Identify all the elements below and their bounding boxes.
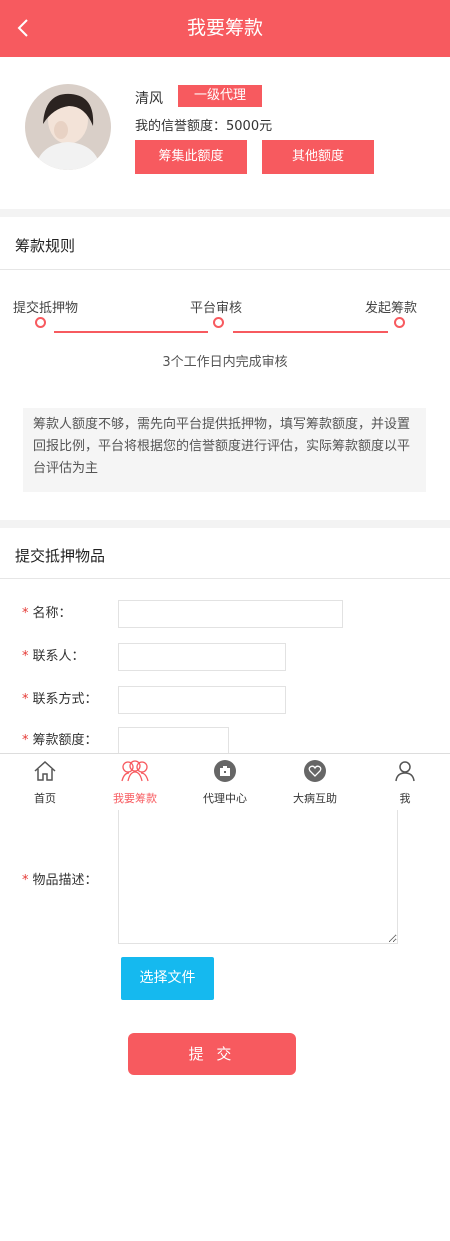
submit-button[interactable]: 提 交: [128, 1033, 296, 1075]
page-title: 我要筹款: [186, 17, 263, 39]
step-connector-line: [233, 331, 388, 333]
user-name: 清风: [135, 91, 163, 107]
contact-method-input[interactable]: [118, 686, 286, 714]
raise-this-amount-button[interactable]: 筹集此额度: [135, 140, 247, 174]
step-dot-3: [394, 317, 405, 328]
mutual-aid-icon: [304, 760, 326, 782]
avatar: [25, 84, 111, 170]
tab-label: 大病互助: [293, 792, 337, 805]
tab-fundraise[interactable]: 我要筹款: [90, 754, 180, 811]
divider: [0, 269, 450, 270]
agent-center-icon: [214, 760, 236, 782]
item-description-label: * 物品描述：: [22, 873, 98, 888]
step-dot-2: [213, 317, 224, 328]
required-mark: *: [22, 873, 29, 888]
choose-file-button[interactable]: 选择文件: [121, 957, 214, 1000]
required-mark: *: [22, 649, 29, 664]
header-bar: 我要筹款: [0, 0, 450, 57]
tab-label: 首页: [34, 792, 56, 805]
step-label-start-fundraising: 发起筹款: [365, 301, 418, 316]
other-amount-button[interactable]: 其他额度: [262, 140, 374, 174]
fundraise-amount-label: * 筹款额度：: [22, 733, 98, 748]
tab-label: 代理中心: [203, 792, 247, 805]
item-description-textarea[interactable]: [118, 795, 398, 944]
review-time-note: 3个工作日内完成审核: [162, 355, 288, 370]
tab-home[interactable]: 首页: [0, 754, 90, 811]
contact-person-input[interactable]: [118, 643, 286, 671]
tab-me[interactable]: 我: [360, 754, 450, 811]
user-icon: [395, 761, 415, 782]
fundraise-icon: [121, 760, 149, 782]
tab-agent-center[interactable]: 代理中心: [180, 754, 270, 811]
tab-mutual-aid[interactable]: 大病互助: [270, 754, 360, 811]
tab-label: 我: [399, 792, 411, 805]
step-label-submit-collateral: 提交抵押物: [13, 301, 79, 316]
section-gap: [0, 209, 450, 217]
rules-description: 筹款人额度不够，需先向平台提供抵押物，填写筹款额度，并设置回报比例，平台将根据您…: [23, 408, 426, 492]
required-mark: *: [22, 692, 29, 707]
step-connector-line: [54, 331, 208, 333]
step-label-platform-review: 平台审核: [190, 301, 243, 316]
rules-section-title: 筹款规则: [15, 237, 76, 255]
required-mark: *: [22, 606, 29, 621]
fundraise-amount-input[interactable]: [118, 727, 229, 755]
step-dot-1: [35, 317, 46, 328]
contact-method-label: * 联系方式：: [22, 692, 98, 707]
tab-label: 我要筹款: [113, 792, 157, 805]
profile-card: 清风 一级代理 我的信誉额度：5000元 筹集此额度 其他额度: [0, 57, 450, 209]
bottom-tab-bar: 首页 我要筹款 代理中心 大病互助 我: [0, 753, 450, 810]
collateral-form-title: 提交抵押物品: [15, 547, 106, 565]
name-input[interactable]: [118, 600, 343, 628]
home-icon: [34, 760, 56, 781]
name-label: * 名称：: [22, 606, 72, 621]
agent-level-badge: 一级代理: [178, 85, 262, 107]
contact-person-label: * 联系人：: [22, 649, 85, 664]
section-gap: [0, 520, 450, 528]
required-mark: *: [22, 733, 29, 748]
credit-limit-text: 我的信誉额度：5000元: [135, 119, 273, 134]
divider: [0, 578, 450, 579]
